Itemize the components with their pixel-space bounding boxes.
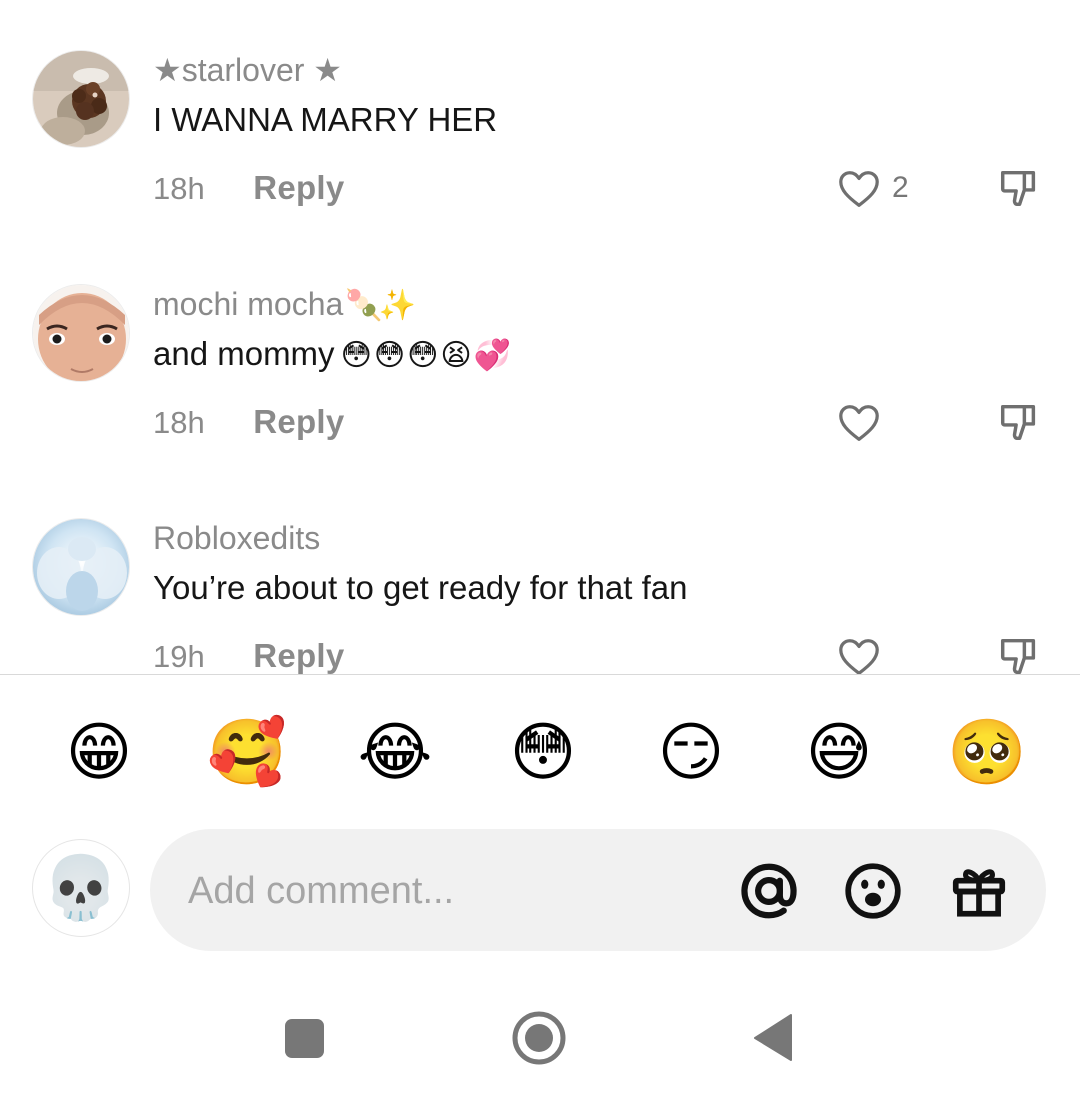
comment-meta: 19h Reply bbox=[153, 636, 345, 674]
thumbs-down-icon[interactable] bbox=[996, 634, 1042, 674]
timestamp: 19h bbox=[153, 639, 205, 674]
fairy-wings-avatar-image bbox=[33, 519, 129, 615]
add-comment-input[interactable]: Add comment... bbox=[150, 829, 1046, 951]
home-icon[interactable] bbox=[499, 1000, 579, 1080]
quick-emoji-sweat-smile[interactable]: 😅 bbox=[799, 712, 879, 792]
thumbs-down-icon[interactable] bbox=[996, 400, 1042, 446]
comment-text-row: and mommy 😳😳😳😫💞 bbox=[153, 334, 513, 374]
my-avatar[interactable]: 💀 bbox=[32, 839, 130, 937]
comment-meta: 18h Reply bbox=[153, 402, 345, 442]
username[interactable]: ★starlover ★ bbox=[153, 50, 342, 90]
comment-item: ★starlover ★ I WANNA MARRY HER 18h Reply… bbox=[0, 50, 1080, 250]
comments-screen: ★starlover ★ I WANNA MARRY HER 18h Reply… bbox=[0, 0, 1080, 1103]
comment-placeholder: Add comment... bbox=[188, 870, 455, 912]
mention-icon[interactable] bbox=[738, 860, 800, 922]
like-count: 2 bbox=[892, 171, 909, 204]
avatar[interactable] bbox=[32, 518, 130, 616]
system-nav-bar bbox=[0, 1000, 1080, 1080]
quick-emoji-hearts[interactable]: 🥰 bbox=[207, 712, 287, 792]
username[interactable]: mochi mocha bbox=[153, 286, 343, 322]
timestamp: 18h bbox=[153, 171, 205, 206]
quick-emoji-pleading[interactable]: 🥺 bbox=[947, 712, 1027, 792]
comment-item: Robloxedits You’re about to get ready fo… bbox=[0, 518, 1080, 674]
divider bbox=[0, 674, 1080, 675]
gift-icon[interactable] bbox=[948, 860, 1010, 922]
comment-text: You’re about to get ready for that fan bbox=[153, 569, 688, 606]
comment-item: mochi mocha🍡✨ and mommy 😳😳😳😫💞 18h Reply bbox=[0, 284, 1080, 484]
quick-emoji-smirk[interactable]: 😏 bbox=[651, 712, 731, 792]
quick-emoji-flushed[interactable]: 😳 bbox=[503, 712, 583, 792]
heart-icon[interactable] bbox=[836, 634, 882, 674]
username-decoration: 🍡✨ bbox=[345, 289, 416, 322]
avatar[interactable] bbox=[32, 284, 130, 382]
heart-icon[interactable] bbox=[836, 400, 882, 446]
recents-icon[interactable] bbox=[264, 1000, 344, 1080]
comment-text: and mommy bbox=[153, 335, 335, 372]
avatar[interactable] bbox=[32, 50, 130, 148]
back-icon[interactable] bbox=[733, 1000, 813, 1080]
comment-text: I WANNA MARRY HER bbox=[153, 101, 498, 138]
timestamp: 18h bbox=[153, 405, 205, 440]
reply-button[interactable]: Reply bbox=[253, 403, 344, 440]
reply-button[interactable]: Reply bbox=[253, 637, 344, 674]
comment-list[interactable]: ★starlover ★ I WANNA MARRY HER 18h Reply… bbox=[0, 0, 1080, 674]
roblox-face-avatar-image bbox=[33, 285, 129, 381]
quick-emoji-bar: 😁 🥰 😂 😳 😏 😅 🥺 bbox=[0, 712, 1080, 792]
heart-icon[interactable] bbox=[836, 166, 882, 212]
username[interactable]: Robloxedits bbox=[153, 518, 320, 558]
quick-emoji-laugh[interactable]: 😂 bbox=[355, 712, 435, 792]
reply-button[interactable]: Reply bbox=[253, 169, 344, 206]
username-row[interactable]: mochi mocha🍡✨ bbox=[153, 284, 416, 324]
comment-emojis: 😳😳😳😫💞 bbox=[340, 339, 514, 372]
quick-emoji-grin[interactable]: 😁 bbox=[59, 712, 139, 792]
teddy-avatar-image bbox=[33, 51, 129, 147]
comment-meta: 18h Reply bbox=[153, 168, 345, 208]
thumbs-down-icon[interactable] bbox=[996, 166, 1042, 212]
emoji-icon[interactable] bbox=[842, 860, 904, 922]
